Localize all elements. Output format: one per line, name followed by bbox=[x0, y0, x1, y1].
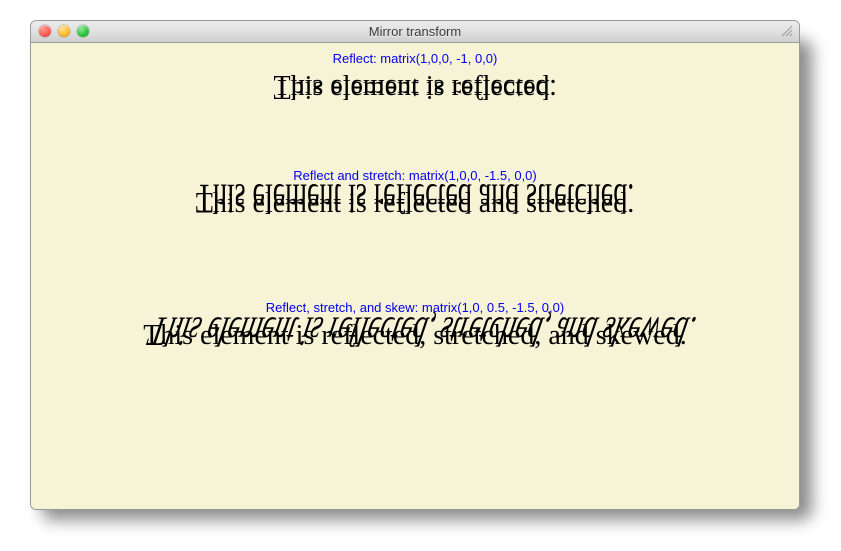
window-controls bbox=[39, 25, 89, 37]
titlebar[interactable]: Mirror transform bbox=[31, 21, 799, 43]
spacer bbox=[31, 134, 799, 158]
app-window: Mirror transform Reflect: matrix(1,0,0, … bbox=[30, 20, 800, 510]
zoom-icon[interactable] bbox=[77, 25, 89, 37]
resize-grip-icon[interactable] bbox=[780, 24, 794, 38]
example-transformed-text: This element is reflected. bbox=[274, 72, 557, 103]
example-transformed-text: This element is reflected, stretched, an… bbox=[143, 306, 702, 352]
window-title: Mirror transform bbox=[369, 24, 461, 39]
minimize-icon[interactable] bbox=[58, 25, 70, 37]
spacer bbox=[31, 383, 799, 423]
example-label: Reflect: matrix(1,0,0, -1, 0,0) bbox=[31, 51, 799, 66]
example-reflect: Reflect: matrix(1,0,0, -1, 0,0) This ele… bbox=[31, 51, 799, 158]
example-reflect-stretch-skew: Reflect, stretch, and skew: matrix(1,0, … bbox=[31, 300, 799, 423]
content-area: Reflect: matrix(1,0,0, -1, 0,0) This ele… bbox=[31, 43, 799, 509]
close-icon[interactable] bbox=[39, 25, 51, 37]
example-reflect-stretch: Reflect and stretch: matrix(1,0,0, -1.5,… bbox=[31, 168, 799, 291]
example-transformed-text: This element is reflected and stretched. bbox=[196, 173, 634, 219]
spacer bbox=[31, 250, 799, 290]
